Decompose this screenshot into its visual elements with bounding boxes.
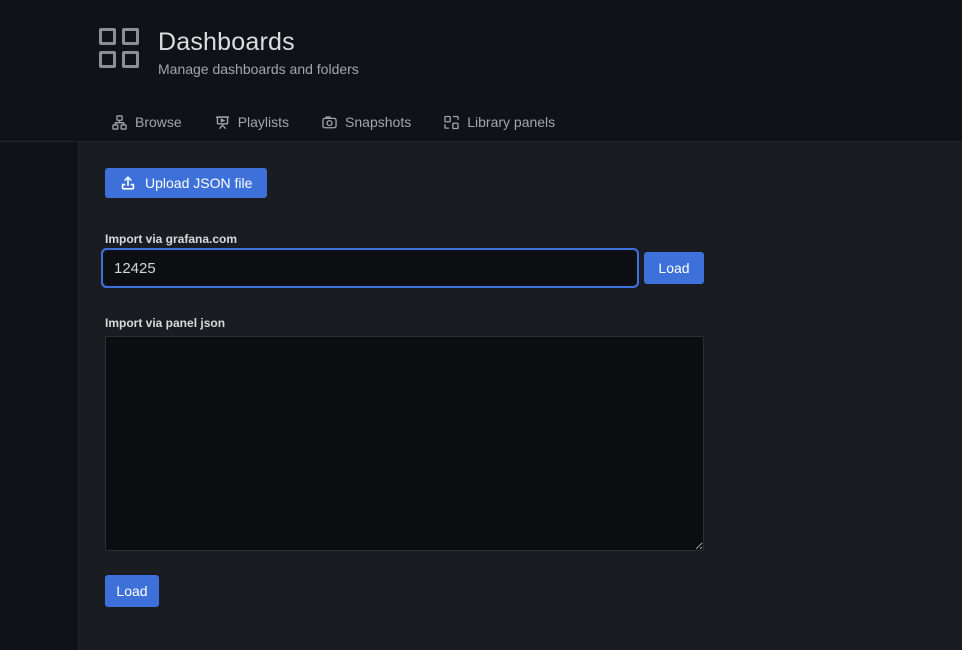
page-subtitle: Manage dashboards and folders (158, 61, 359, 77)
gcom-input-row: Load (105, 252, 936, 284)
tab-snapshots[interactable]: Snapshots (322, 114, 411, 130)
tab-label: Playlists (238, 114, 289, 130)
page-header: Dashboards Manage dashboards and folders (99, 27, 359, 77)
tab-browse[interactable]: Browse (112, 114, 182, 130)
import-content-panel: Upload JSON file Import via grafana.com … (78, 142, 962, 650)
tab-label: Snapshots (345, 114, 411, 130)
grafana-import-page: Dashboards Manage dashboards and folders… (0, 0, 962, 650)
import-gcom-section: Import via grafana.com Load (105, 232, 936, 284)
gcom-id-input[interactable] (105, 252, 635, 284)
tab-library-panels[interactable]: Library panels (444, 114, 555, 130)
panel-json-textarea[interactable] (105, 336, 704, 551)
gcom-field-label: Import via grafana.com (105, 232, 936, 246)
panel-json-load-button[interactable]: Load (105, 575, 159, 607)
dashboards-grid-icon (99, 28, 139, 68)
upload-button-label: Upload JSON file (145, 175, 252, 191)
header-text: Dashboards Manage dashboards and folders (158, 27, 359, 77)
tab-label: Browse (135, 114, 182, 130)
upload-json-file-button[interactable]: Upload JSON file (105, 168, 267, 198)
tab-label: Library panels (467, 114, 555, 130)
panel-json-field-label: Import via panel json (105, 316, 936, 330)
page-title: Dashboards (158, 27, 359, 57)
gcom-load-button[interactable]: Load (644, 252, 704, 284)
upload-icon (120, 175, 136, 191)
camera-icon (322, 115, 337, 130)
tab-bar: Browse Playlists Snapshots (0, 103, 962, 142)
tab-playlists[interactable]: Playlists (215, 114, 289, 130)
library-panels-icon (444, 115, 459, 130)
presentation-icon (215, 115, 230, 130)
import-panel-json-section: Import via panel json (105, 316, 936, 551)
sitemap-icon (112, 115, 127, 130)
